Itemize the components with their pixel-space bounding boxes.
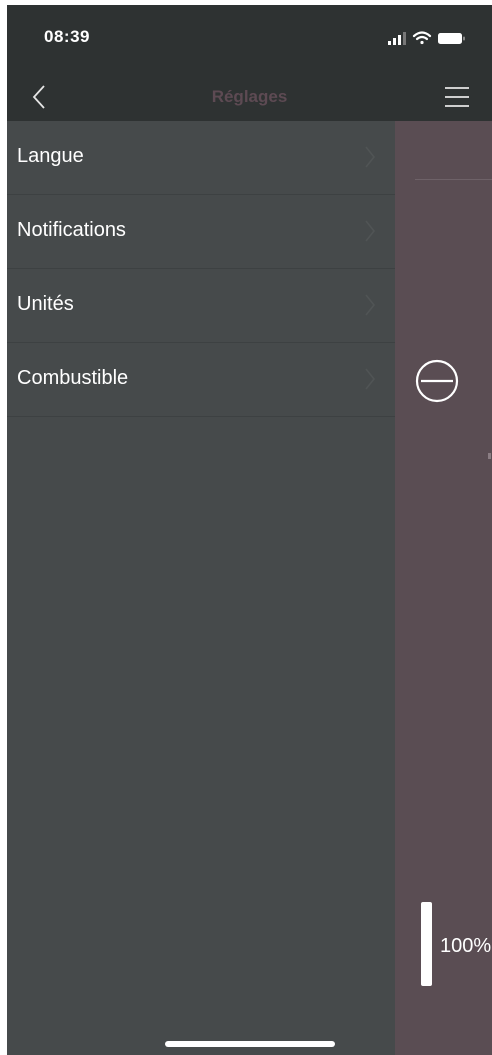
drawer-item-label: Langue: [17, 145, 84, 167]
status-icons: [388, 31, 465, 45]
navigation-bar: Réglages: [7, 72, 492, 121]
wifi-icon: [412, 31, 432, 45]
chevron-right-icon: [365, 368, 376, 390]
drawer-item-label: Notifications: [17, 219, 126, 241]
chevron-right-icon: [365, 220, 376, 242]
home-indicator[interactable]: [165, 1041, 335, 1047]
settings-drawer: Langue Notifications Unités Combustible: [7, 121, 395, 1055]
level-bar: [421, 902, 432, 986]
background-content: 100%: [395, 121, 492, 1055]
hamburger-menu-icon[interactable]: [444, 82, 470, 112]
drawer-item-label: Combustible: [17, 367, 129, 389]
page-title: Réglages: [211, 87, 288, 106]
drawer-item-langue[interactable]: Langue: [7, 121, 395, 195]
chevron-right-icon: [365, 146, 376, 168]
status-bar: 08:39: [7, 5, 492, 72]
drawer-item-notifications[interactable]: Notifications: [7, 195, 395, 269]
battery-icon: [438, 33, 465, 44]
minus-circle-icon: [415, 359, 459, 403]
background-mark: [488, 453, 491, 459]
phone-screen: 08:39 Réglages 100% Langue Notifications…: [7, 5, 492, 1055]
drawer-item-label: Unités: [17, 293, 74, 315]
cellular-signal-icon: [388, 32, 406, 45]
drawer-item-unites[interactable]: Unités: [7, 269, 395, 343]
chevron-right-icon: [365, 294, 376, 316]
drawer-item-combustible[interactable]: Combustible: [7, 343, 395, 417]
level-value: 100%: [440, 935, 492, 957]
background-divider: [415, 179, 492, 180]
status-time: 08:39: [44, 27, 90, 46]
